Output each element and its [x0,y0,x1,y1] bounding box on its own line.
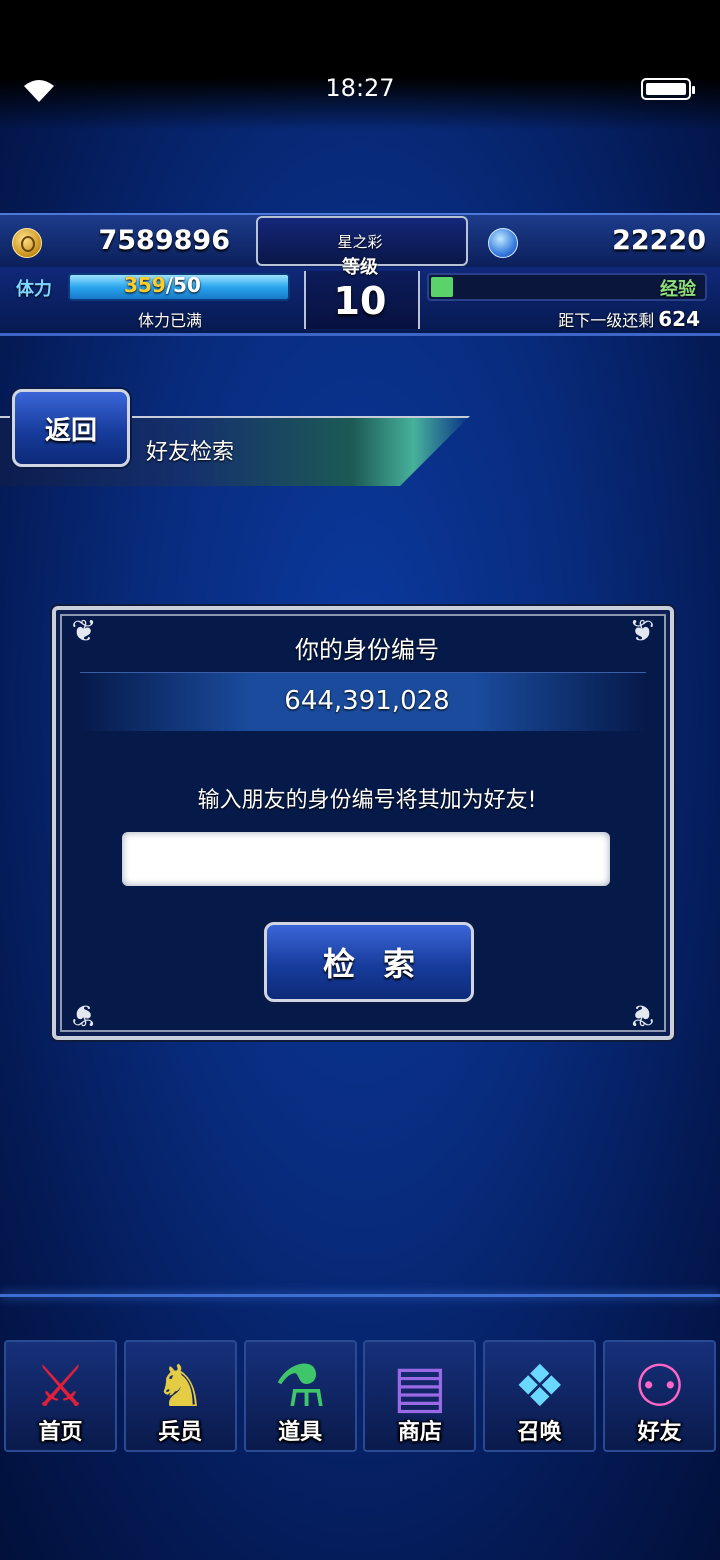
sword-icon: ⚔ [34,1352,87,1420]
top-hud: 7589896 22220 体力 359/50 体力已满 经验 距下一级还剩 62… [0,213,720,338]
my-id-value: 644,391,028 [284,686,450,716]
panel-title: 你的身份编号 [295,636,439,664]
stamina-max: /50 [165,273,201,297]
nav-summon[interactable]: ❖ 召唤 [483,1340,597,1452]
nav-items[interactable]: ⚗ 道具 [243,1340,357,1452]
nav-label: 召唤 [517,1420,562,1445]
nav-label: 商店 [397,1420,442,1445]
friends-icon: ⚇ [633,1352,686,1420]
page-title: 好友检索 [146,440,235,465]
shop-icon: ▤ [392,1352,448,1420]
clock: 18:27 [325,74,395,102]
lapis-gem-icon [488,228,518,258]
stamina-label: 体力 [16,279,52,300]
exp-label: 经验 [660,279,696,300]
gil-amount: 7589896 [98,225,230,256]
lapis-amount: 22220 [612,225,706,256]
input-prompt: 输入朋友的身份编号将其加为好友! [197,788,537,813]
exp-remaining-text: 距下一级还剩 [558,311,655,330]
friend-id-input[interactable] [122,832,610,886]
battery-icon [641,78,695,100]
nav-units[interactable]: ♞ 兵员 [123,1340,237,1452]
unit-icon: ♞ [154,1352,207,1420]
nav-label: 兵员 [158,1420,203,1445]
stamina-current: 359 [124,273,166,297]
corner-ornament-icon: ❦ [629,997,655,1032]
potion-icon: ⚗ [274,1352,327,1420]
nav-label: 首页 [38,1420,83,1445]
nav-label: 好友 [637,1420,682,1445]
nav-label: 道具 [278,1420,323,1445]
search-button[interactable]: 检索 [264,922,474,1002]
nav-shop[interactable]: ▤ 商店 [363,1340,477,1452]
corner-ornament-icon: ❦ [71,997,97,1032]
nav-divider [0,1294,720,1297]
level-badge: 星之彩 等级 10 [240,213,480,331]
gil-coin-icon [12,228,42,258]
bottom-nav: ⚔ 首页 ♞ 兵员 ⚗ 道具 ▤ 商店 ❖ 召唤 ⚇ 好友 [0,1340,720,1456]
level-label: 等级 [342,257,378,278]
nav-home[interactable]: ⚔ 首页 [4,1340,117,1452]
status-bar: 18:27 [0,0,720,130]
crystal-icon: ❖ [513,1352,566,1420]
friend-search-panel: ❦ ❦ ❦ ❦ 你的身份编号 644,391,028 输入朋友的身份编号将其加为… [52,606,674,1040]
nav-friends[interactable]: ⚇ 好友 [602,1340,716,1452]
exp-remaining-value: 624 [658,307,700,331]
back-button[interactable]: 返回 [12,389,130,467]
stamina-value: 359/50 [124,273,201,297]
exp-remaining: 距下一级还剩 624 [460,307,700,331]
level-value: 10 [333,279,387,323]
rank-name: 星之彩 [337,233,383,251]
